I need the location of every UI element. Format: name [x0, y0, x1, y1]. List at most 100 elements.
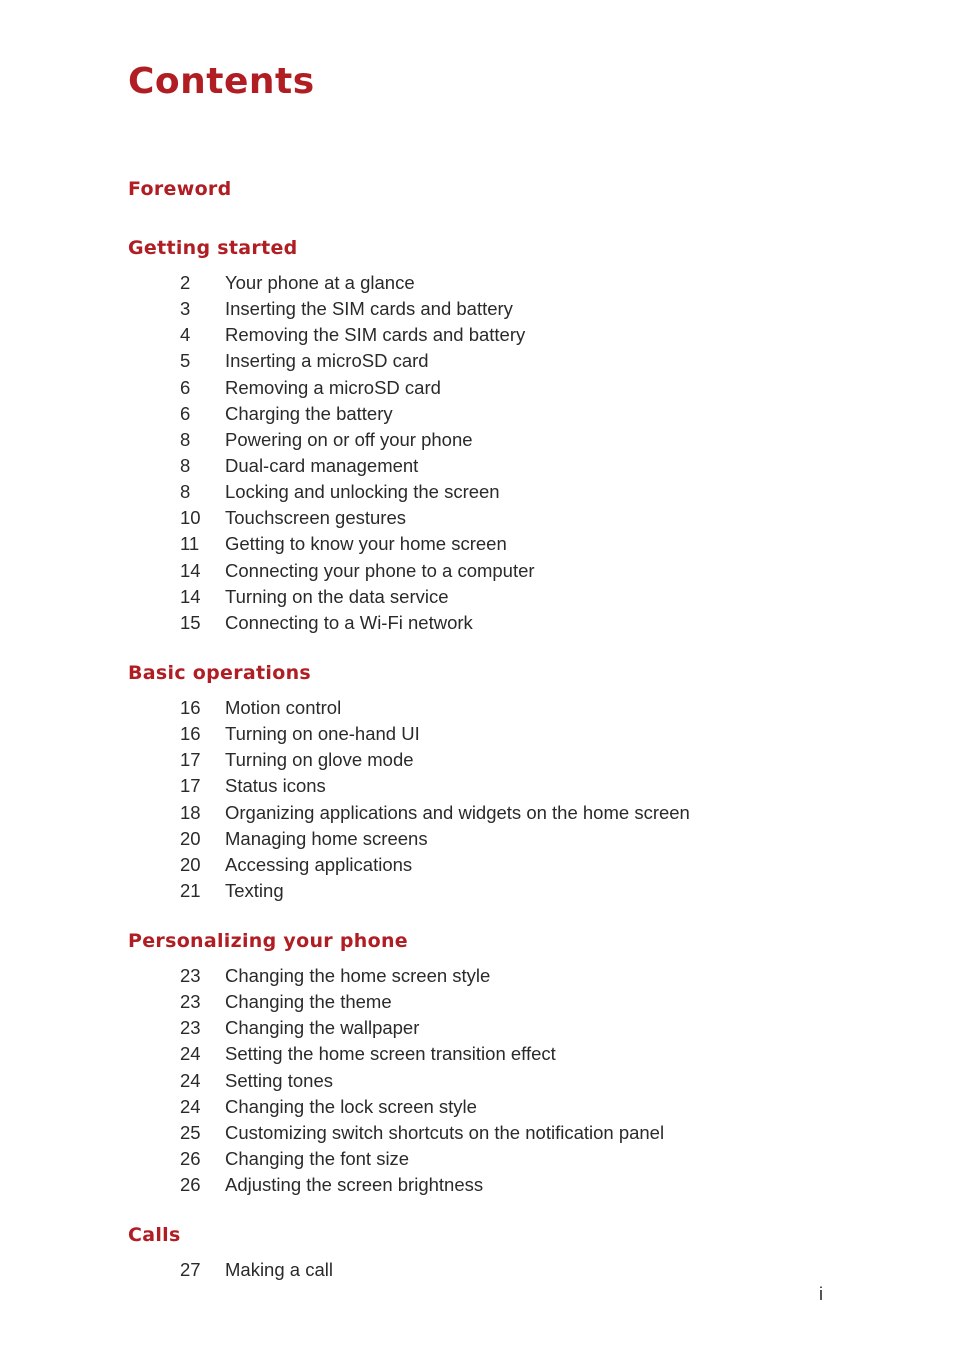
toc-entry[interactable]: 4 Removing the SIM cards and battery: [128, 322, 828, 348]
entry-page-number: 8: [180, 481, 191, 503]
entry-page-number: 27: [180, 1259, 201, 1281]
toc-entry[interactable]: 3 Inserting the SIM cards and battery: [128, 296, 828, 322]
entry-page-number: 24: [180, 1043, 201, 1065]
entry-page-number: 2: [180, 272, 191, 294]
toc-entry[interactable]: 2 Your phone at a glance: [128, 270, 828, 296]
entry-title: Status icons: [225, 775, 326, 797]
section-heading[interactable]: Calls: [128, 1222, 828, 1248]
toc-entry[interactable]: 24 Changing the lock screen style: [128, 1094, 828, 1120]
entry-title: Turning on glove mode: [225, 749, 414, 771]
entry-page-number: 23: [180, 1017, 201, 1039]
entry-title: Connecting your phone to a computer: [225, 559, 535, 581]
entry-page-number: 8: [180, 428, 191, 450]
entry-title: Setting the home screen transition effec…: [225, 1043, 556, 1065]
toc-entry[interactable]: 23 Changing the home screen style: [128, 963, 828, 989]
toc-entry[interactable]: 27 Making a call: [128, 1257, 828, 1283]
entry-title: Charging the battery: [225, 402, 393, 424]
entry-title: Changing the wallpaper: [225, 1017, 420, 1039]
toc-entry[interactable]: 14 Turning on the data service: [128, 584, 828, 610]
entry-page-number: 20: [180, 853, 201, 875]
toc-entry[interactable]: 23 Changing the theme: [128, 989, 828, 1015]
toc-entry[interactable]: 21 Texting: [128, 878, 828, 904]
entry-page-number: 14: [180, 585, 201, 607]
entry-title: Connecting to a Wi-Fi network: [225, 611, 473, 633]
entry-title: Customizing switch shortcuts on the noti…: [225, 1121, 665, 1143]
entry-title: Your phone at a glance: [225, 272, 415, 294]
toc-entry[interactable]: 6 Charging the battery: [128, 401, 828, 427]
entry-page-number: 10: [180, 507, 201, 529]
toc-entry[interactable]: 11 Getting to know your home screen: [128, 531, 828, 557]
toc-entry[interactable]: 24 Setting tones: [128, 1068, 828, 1094]
entry-title: Inserting a microSD card: [225, 350, 429, 372]
entry-title: Inserting the SIM cards and battery: [225, 298, 513, 320]
page-number: i: [819, 1284, 823, 1304]
section-heading[interactable]: Getting started: [128, 235, 828, 261]
entry-page-number: 26: [180, 1174, 201, 1196]
toc-entry[interactable]: 14 Connecting your phone to a computer: [128, 558, 828, 584]
entry-page-number: 26: [180, 1148, 201, 1170]
entry-page-number: 16: [180, 723, 201, 745]
toc-section-basic-operations: Basic operations 16 Motion control 16 Turn…: [128, 660, 828, 904]
section-heading[interactable]: Personalizing your phone: [128, 928, 828, 954]
entry-page-number: 17: [180, 749, 201, 771]
entry-page-number: 18: [180, 801, 201, 823]
entry-page-number: 25: [180, 1121, 201, 1143]
toc-entry[interactable]: 24 Setting the home screen transition eff…: [128, 1041, 828, 1067]
toc-entry[interactable]: 26 Changing the font size: [128, 1146, 828, 1172]
entry-page-number: 17: [180, 775, 201, 797]
toc-entry-list: 27 Making a call: [128, 1257, 828, 1283]
toc-entry[interactable]: 26 Adjusting the screen brightness: [128, 1172, 828, 1198]
entry-title: Accessing applications: [225, 853, 413, 875]
entry-page-number: 4: [180, 324, 191, 346]
toc-section-personalizing: Personalizing your phone 23 Changing the …: [128, 928, 828, 1198]
toc-entry[interactable]: 8 Locking and unlocking the screen: [128, 479, 828, 505]
entry-page-number: 21: [180, 880, 201, 902]
toc-entry[interactable]: 23 Changing the wallpaper: [128, 1015, 828, 1041]
toc-entry[interactable]: 8 Dual-card management: [128, 453, 828, 479]
toc-entry[interactable]: 6 Removing a microSD card: [128, 375, 828, 401]
entry-title: Powering on or off your phone: [225, 428, 473, 450]
entry-page-number: 20: [180, 827, 201, 849]
toc-entry[interactable]: 8 Powering on or off your phone: [128, 427, 828, 453]
entry-title: Dual-card management: [225, 455, 419, 477]
entry-title: Texting: [225, 880, 284, 902]
entry-page-number: 23: [180, 965, 201, 987]
section-heading[interactable]: Basic operations: [128, 660, 828, 686]
entry-title: Removing the SIM cards and battery: [225, 324, 526, 346]
toc-entry[interactable]: 16 Turning on one-hand UI: [128, 721, 828, 747]
entry-title: Touchscreen gestures: [225, 507, 406, 529]
entry-title: Changing the lock screen style: [225, 1095, 477, 1117]
page-title: Contents: [128, 61, 315, 102]
toc-entry[interactable]: 18 Organizing applications and widgets on…: [128, 800, 828, 826]
entry-title: Setting tones: [225, 1069, 333, 1091]
toc-entry-list: 16 Motion control 16 Turning on one-hand U…: [128, 695, 828, 904]
entry-page-number: 24: [180, 1095, 201, 1117]
toc-entry[interactable]: 5 Inserting a microSD card: [128, 348, 828, 374]
entry-title: Locking and unlocking the screen: [225, 481, 500, 503]
entry-page-number: 23: [180, 991, 201, 1013]
toc-entry[interactable]: 17 Turning on glove mode: [128, 747, 828, 773]
toc-entry[interactable]: 15 Connecting to a Wi-Fi network: [128, 610, 828, 636]
toc-entry[interactable]: 17 Status icons: [128, 773, 828, 799]
section-heading[interactable]: Foreword: [128, 176, 828, 202]
entry-title: Motion control: [225, 697, 342, 719]
entry-page-number: 24: [180, 1069, 201, 1091]
entry-page-number: 6: [180, 376, 191, 398]
toc-entry[interactable]: 20 Accessing applications: [128, 852, 828, 878]
entry-page-number: 11: [180, 533, 200, 555]
entry-page-number: 16: [180, 697, 201, 719]
entry-page-number: 14: [180, 559, 201, 581]
toc-entry[interactable]: 10 Touchscreen gestures: [128, 505, 828, 531]
toc-entry[interactable]: 20 Managing home screens: [128, 826, 828, 852]
entry-page-number: 5: [180, 350, 191, 372]
entry-title: Changing the font size: [225, 1148, 410, 1170]
entry-title: Organizing applications and widgets on t…: [225, 801, 690, 823]
toc-entry[interactable]: 16 Motion control: [128, 695, 828, 721]
toc-section-calls: Calls 27 Making a call: [128, 1222, 828, 1283]
entry-title: Removing a microSD card: [225, 376, 441, 398]
entry-title: Changing the theme: [225, 991, 392, 1013]
toc-entry-list: 2 Your phone at a glance 3 Inserting the S…: [128, 270, 828, 636]
toc-entry[interactable]: 25 Customizing switch shortcuts on the no…: [128, 1120, 828, 1146]
entry-title: Turning on the data service: [225, 585, 449, 607]
entry-title: Changing the home screen style: [225, 965, 491, 987]
